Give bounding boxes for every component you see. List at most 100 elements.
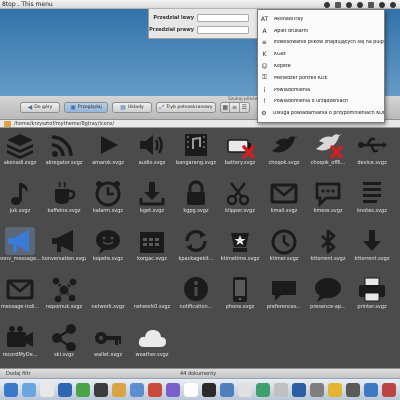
icon-item[interactable]: kgpg.svgz [178, 177, 214, 217]
taskbar-launcher-icon[interactable] [22, 383, 36, 397]
preview-button[interactable]: ▣ Przeglądaj [64, 102, 108, 113]
icon-item[interactable]: device.svgz [354, 129, 390, 169]
cloud-icon [137, 323, 167, 351]
icon-item[interactable]: juk.svgz [2, 177, 38, 217]
taskbar-launcher-icon[interactable] [382, 383, 396, 397]
icon-item[interactable]: printer.svgz [354, 273, 390, 313]
taskbar-launcher-icon[interactable] [76, 383, 90, 397]
chat-icon [313, 179, 343, 208]
icon-item[interactable]: audio.svgz [134, 129, 170, 169]
icon-label: klipper.svgz [225, 208, 255, 214]
menu-item-label: AkonadiTray [274, 16, 304, 22]
icon-item[interactable]: korgac.svgz [134, 225, 170, 265]
icon-item[interactable]: phone.svgz [222, 273, 258, 313]
icon-item[interactable]: kttorrent.svgz [354, 225, 390, 265]
none-icon [93, 275, 123, 303]
icon-item[interactable]: recordMyDe... [2, 321, 38, 361]
menu-item[interactable]: ! Powiadomienia o urządzeniach [258, 97, 384, 108]
menu-item-label: KGet [274, 52, 286, 58]
icon-item[interactable]: kmail.svgz [266, 177, 302, 217]
tray-icon-2[interactable] [335, 1, 341, 8]
icon-item[interactable]: network0.svgz [134, 273, 170, 313]
icon-item[interactable]: message-indi... [1, 273, 39, 313]
tray-icon-6[interactable] [379, 1, 385, 8]
icon-item[interactable]: kaffeine.svgz [46, 177, 82, 217]
icon-item[interactable]: battery.svgz [222, 129, 258, 169]
menu-item[interactable]: ≡ Indeksowanie plików znajdujących się na… [258, 38, 384, 49]
clock2-icon [269, 227, 299, 255]
icon-item[interactable]: knotes.svgz [354, 177, 390, 217]
icon-item[interactable]: klipper.svgz [222, 177, 258, 217]
icon-item[interactable]: kmess.svgz [310, 177, 346, 217]
view-button[interactable]: ▤ Układy [112, 102, 152, 113]
taskbar-launcher-icon[interactable] [4, 383, 18, 397]
printer-icon [357, 275, 387, 303]
icons-view-icon[interactable]: ▦ [221, 103, 231, 112]
icon-item[interactable]: preferences... [266, 273, 302, 313]
taskbar-launcher-icon[interactable] [274, 383, 288, 397]
tray-icon-4[interactable] [357, 1, 363, 8]
taskbar-launcher-icon[interactable] [148, 383, 162, 397]
taskbar-launcher-icon[interactable] [94, 383, 108, 397]
taskbar-launcher-icon[interactable] [238, 383, 252, 397]
taskbar-launcher-icon[interactable] [202, 383, 216, 397]
icon-item[interactable]: akonadi.svgz [2, 129, 38, 169]
icon-item[interactable]: choqok.svgz [266, 129, 302, 169]
icon-label: network.svgz [91, 304, 125, 310]
taskbar-launcher-icon[interactable] [256, 383, 270, 397]
menu-item[interactable]: ⚙ Usługa powiadamiania o przypomnieniach … [258, 108, 384, 119]
tray-icon-3[interactable] [346, 1, 352, 8]
tray-icon-1[interactable] [324, 1, 330, 8]
taskbar-launcher-icon[interactable] [130, 383, 144, 397]
icon-item[interactable]: konv_message... [0, 225, 41, 265]
taskbar-launcher-icon[interactable] [220, 383, 234, 397]
taskbar-launcher-icon[interactable] [58, 383, 72, 397]
split-left-field[interactable] [197, 14, 249, 22]
menu-item[interactable]: K KGet [258, 49, 384, 60]
icon-item[interactable]: nepomuk.svgz [46, 273, 82, 313]
icon-item[interactable]: wallet.svgz [90, 321, 126, 361]
document-count: 44 dokumenty [180, 371, 217, 377]
list-view-icon[interactable]: ≡ [230, 103, 240, 112]
taskbar-launcher-icon[interactable] [292, 383, 306, 397]
detail-view-icon[interactable]: ☰ [240, 103, 249, 112]
fullscreen-button[interactable]: ⤢ Tryb pełnoekranowy [156, 102, 216, 113]
icon-item[interactable]: kalarm.svgz [90, 177, 126, 217]
icon-item[interactable]: kopete.svgz [90, 225, 126, 265]
icon-item[interactable]: kpackagekit... [178, 225, 214, 265]
icon-item[interactable]: choqok_offli... [310, 129, 346, 169]
icon-item[interactable]: kttorrent.svgz [310, 225, 346, 265]
icon-item[interactable]: notification... [178, 273, 214, 313]
up-button[interactable]: ◀ Do góry [20, 102, 60, 113]
icon-item[interactable]: ktimetime.svgz [221, 225, 259, 265]
icon-item[interactable]: network.svgz [90, 273, 126, 313]
taskbar-launcher-icon[interactable] [346, 383, 360, 397]
icon-item[interactable]: amarok.svgz [90, 129, 126, 169]
menu-item[interactable]: ☺ Kopete [258, 61, 384, 72]
taskbar-launcher-icon[interactable] [310, 383, 324, 397]
menu-item[interactable]: A Aplet drukarni [258, 26, 384, 37]
tray-icon-7[interactable] [390, 1, 396, 8]
taskbar-launcher-icon[interactable] [184, 383, 198, 397]
split-right-field[interactable] [197, 26, 249, 34]
icon-item[interactable]: akregator.svgz [46, 129, 82, 169]
icon-item[interactable]: kget.svgz [134, 177, 170, 217]
taskbar-launcher-icon[interactable] [166, 383, 180, 397]
icon-item[interactable]: ktimer.svgz [266, 225, 302, 265]
icon-item[interactable]: bangarang.svgz [176, 129, 216, 169]
menu-item[interactable]: AT AkonadiTray [258, 14, 384, 25]
taskbar-launcher-icon[interactable] [112, 383, 126, 397]
fullscreen-button-label: Tryb pełnoekranowy [166, 105, 213, 110]
view-mode-segment[interactable]: ▦ ≡ ☰ [220, 102, 250, 113]
icon-item[interactable]: presence-ap... [310, 273, 346, 313]
taskbar-launcher-icon[interactable] [40, 383, 54, 397]
icon-item[interactable]: konversation.svgz [42, 225, 86, 265]
tray-icon-5[interactable] [368, 1, 374, 8]
taskbar-launcher-icon[interactable] [364, 383, 378, 397]
add-filter-link[interactable]: Dodaj filtr [6, 371, 31, 377]
menu-item[interactable]: ⚿ Menedżer portfeli KDE [258, 73, 384, 84]
icon-item[interactable]: ski.svgz [46, 321, 82, 361]
taskbar-launcher-icon[interactable] [328, 383, 342, 397]
menu-item[interactable]: i Powiadomienia [258, 85, 384, 96]
icon-item[interactable]: weather.svgz [134, 321, 170, 361]
